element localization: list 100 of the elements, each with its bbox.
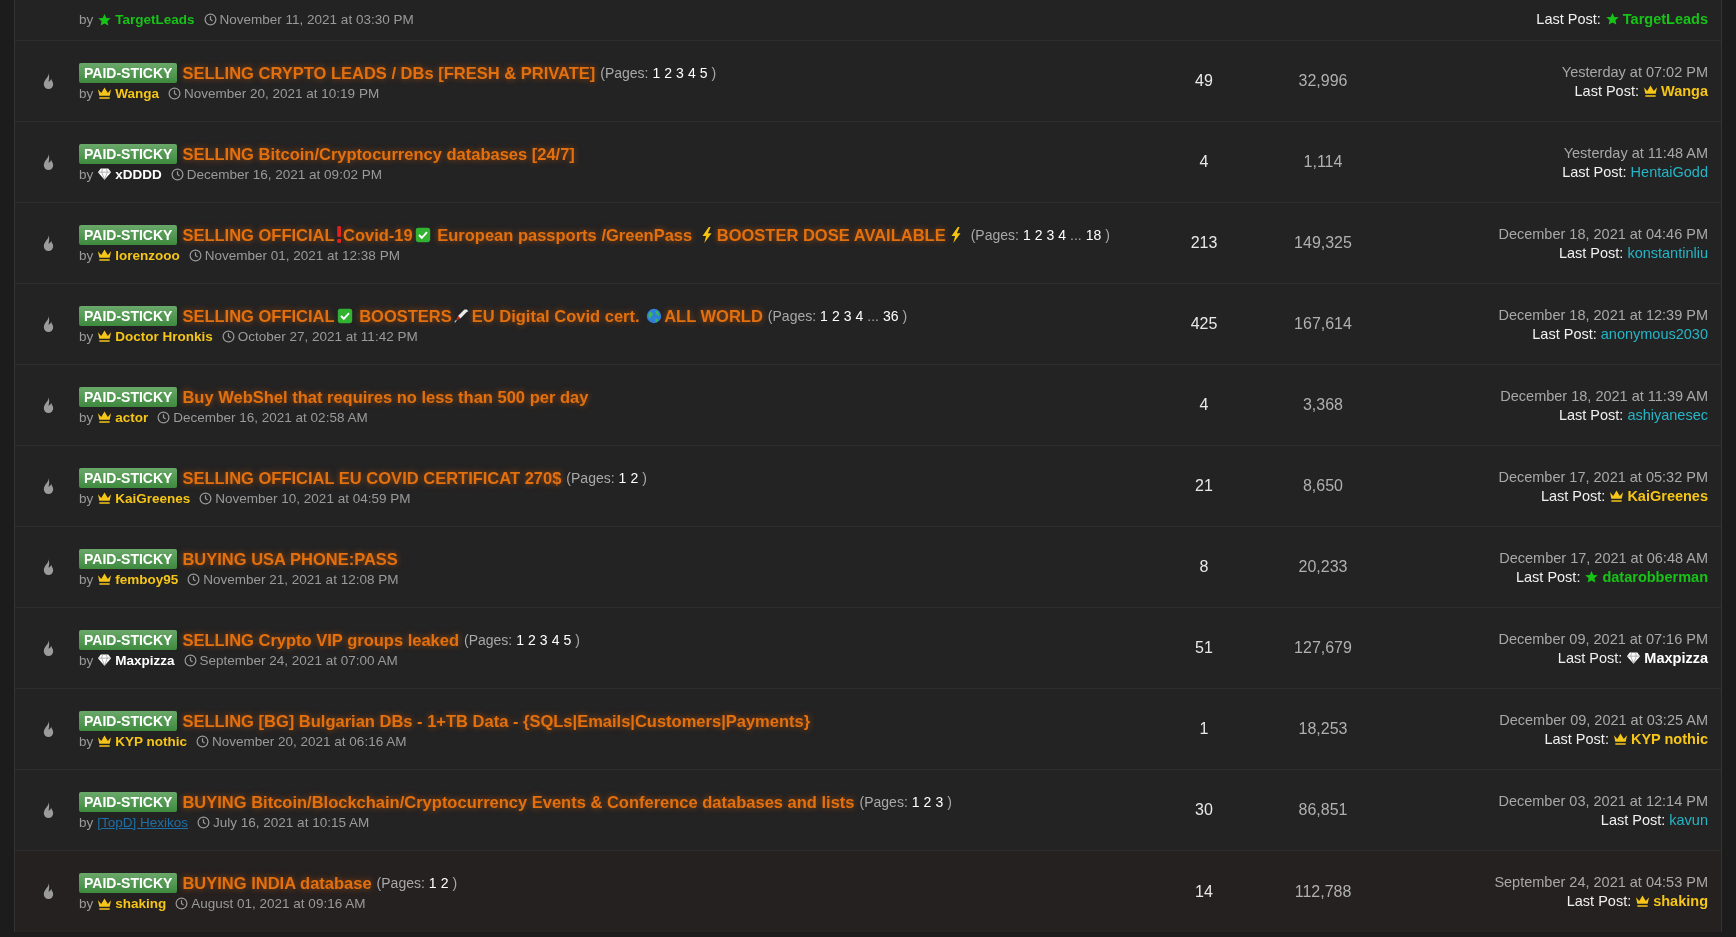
last-post-label: Last Post: xyxy=(1574,82,1639,99)
last-post-label: Last Post: xyxy=(1600,811,1666,828)
last-poster-link[interactable]: Maxpizza xyxy=(1626,649,1708,666)
author-link[interactable]: xDDDD xyxy=(97,166,162,182)
star-icon xyxy=(97,12,113,27)
clock-icon xyxy=(197,815,211,829)
thread-title-link[interactable]: BOOSTERS xyxy=(354,304,452,327)
thread-title-link[interactable]: BUYING INDIA database xyxy=(182,872,372,894)
thread-title-link[interactable]: Covid-19 xyxy=(343,223,413,246)
last-poster-link[interactable]: TargetLeads xyxy=(1604,11,1708,27)
page-link[interactable]: 2 xyxy=(528,628,536,651)
last-post-label: Last Post: xyxy=(1544,730,1609,747)
page-link[interactable]: 3 xyxy=(676,61,684,84)
thread-title-link[interactable]: EU Digital Covid cert. xyxy=(471,304,645,327)
author-link[interactable]: TargetLeads xyxy=(97,12,195,27)
page-link[interactable]: 3 xyxy=(935,790,944,813)
view-count: 32,996 xyxy=(1297,72,1349,90)
page-link[interactable]: 1 xyxy=(516,628,525,651)
post-date: December 16, 2021 at 02:58 AM xyxy=(173,409,368,425)
page-link[interactable]: 2 xyxy=(831,304,840,327)
last-poster-link[interactable]: HentaiGodd xyxy=(1630,163,1708,180)
page-link[interactable]: 3 xyxy=(843,304,852,327)
page-link[interactable]: 2 xyxy=(923,790,932,813)
crown-icon xyxy=(97,896,113,911)
author-link[interactable]: Wanga xyxy=(97,85,159,101)
view-count: 1,114 xyxy=(1302,153,1344,171)
pages-close: ) xyxy=(947,792,952,812)
thread-title-link[interactable]: SELLING [BG] Bulgarian DBs - 1+TB Data - {SQLs|Emails|Customers|Payments} xyxy=(182,709,811,732)
reply-count: 14 xyxy=(1194,882,1214,901)
post-date: November 10, 2021 at 04:59 PM xyxy=(215,490,411,506)
checkmark-icon xyxy=(414,225,431,244)
page-link[interactable]: 3 xyxy=(1046,223,1055,246)
last-poster-link[interactable]: KaiGreenes xyxy=(1609,487,1708,504)
page-link[interactable]: 3 xyxy=(539,628,548,651)
view-count: 3,368 xyxy=(1301,396,1344,414)
page-link[interactable]: 1 xyxy=(428,872,437,894)
author-link[interactable]: femboy95 xyxy=(97,571,179,587)
thread-title-link[interactable]: SELLING OFFICIAL EU COVID CERTIFICAT 270$ xyxy=(182,466,562,489)
by-label: by xyxy=(79,247,94,263)
last-poster-link[interactable]: anonymous2030 xyxy=(1600,325,1708,342)
thread-title-link[interactable]: SELLING OFFICIAL xyxy=(182,304,335,327)
page-link[interactable]: 4 xyxy=(551,628,560,651)
thread-title-link[interactable]: SELLING OFFICIAL xyxy=(182,223,335,246)
page-link[interactable]: 1 xyxy=(820,304,828,327)
page-link[interactable]: 2 xyxy=(1034,223,1043,246)
page-link[interactable]: 1 xyxy=(911,790,920,813)
by-label: by xyxy=(79,12,94,27)
page-link[interactable]: 4 xyxy=(855,304,864,327)
author-link[interactable]: lorenzooo xyxy=(97,247,180,263)
diamond-icon xyxy=(97,167,113,181)
thread-title-link[interactable]: ALL WORLD xyxy=(664,304,763,327)
post-date: August 01, 2021 at 09:16 AM xyxy=(191,896,366,911)
pages-label: (Pages: xyxy=(566,468,615,488)
thread-title-link[interactable]: BUYING Bitcoin/Blockchain/Cryptocurrency Events & Conference databases and lists xyxy=(182,790,855,813)
page-link[interactable]: 2 xyxy=(664,61,673,84)
thread-title-link[interactable]: BOOSTER DOSE AVAILABLE xyxy=(716,223,946,246)
clock-icon xyxy=(183,653,197,667)
last-poster-link[interactable]: Wanga xyxy=(1643,82,1708,99)
last-post-date: December 17, 2021 at 06:48 AM xyxy=(1499,549,1708,566)
page-link[interactable]: 36 xyxy=(882,304,899,327)
page-link[interactable]: 4 xyxy=(1058,223,1067,246)
last-poster-link[interactable]: KYP nothic xyxy=(1612,730,1708,747)
page-link[interactable]: 2 xyxy=(630,466,639,489)
reply-count: 8 xyxy=(1198,558,1210,576)
last-poster-link[interactable]: konstantinliu xyxy=(1627,244,1708,261)
crown-icon xyxy=(1612,731,1628,746)
clock-icon xyxy=(196,734,210,748)
page-link[interactable]: 1 xyxy=(1022,223,1031,246)
page-link[interactable]: 1 xyxy=(652,61,661,84)
paid-sticky-badge: PAID-STICKY xyxy=(79,710,178,731)
last-poster-link[interactable]: datarobberman xyxy=(1584,568,1708,585)
crown-icon xyxy=(97,410,113,424)
thread-title-link[interactable]: BUYING USA PHONE:PASS xyxy=(182,547,398,570)
thread-title-link[interactable]: SELLING Bitcoin/Cryptocurrency databases [24/7] xyxy=(182,142,575,165)
pages-close: ) xyxy=(642,468,647,488)
author-link[interactable]: actor xyxy=(97,409,149,425)
thread-title-link[interactable]: SELLING Crypto VIP groups leaked xyxy=(182,628,459,651)
view-count: 86,851 xyxy=(1297,801,1349,819)
author-link[interactable]: KaiGreenes xyxy=(97,490,191,506)
page-link[interactable]: 1 xyxy=(618,466,627,489)
last-poster-link[interactable]: ashiyanesec xyxy=(1627,406,1708,423)
pages-close: ) xyxy=(711,63,717,83)
reply-count: 30 xyxy=(1194,801,1214,819)
author-link[interactable]: shaking xyxy=(97,896,167,911)
author-link[interactable]: KYP nothic xyxy=(97,733,188,749)
crown-icon xyxy=(1635,894,1651,908)
author-link[interactable]: Doctor Hronkis xyxy=(97,328,213,344)
thread-title-link[interactable]: SELLING CRYPTO LEADS / DBs [FRESH & PRIVATE] xyxy=(182,61,596,84)
crown-icon xyxy=(1609,488,1625,503)
last-poster-link[interactable]: kavun xyxy=(1669,811,1708,828)
page-link[interactable]: 5 xyxy=(563,628,572,651)
last-poster-link[interactable]: shaking xyxy=(1635,893,1708,909)
thread-title-link[interactable]: European passports /GreenPass xyxy=(432,223,697,246)
crown-icon xyxy=(97,491,113,505)
page-link[interactable]: 2 xyxy=(440,872,449,894)
page-link[interactable]: 4 xyxy=(687,61,696,84)
page-link[interactable]: 5 xyxy=(699,61,708,84)
author-link[interactable]: Maxpizza xyxy=(97,652,175,668)
thread-title-link[interactable]: Buy WebShel that requires no less than 500 per day xyxy=(182,385,589,408)
page-link[interactable]: 18 xyxy=(1085,223,1102,246)
